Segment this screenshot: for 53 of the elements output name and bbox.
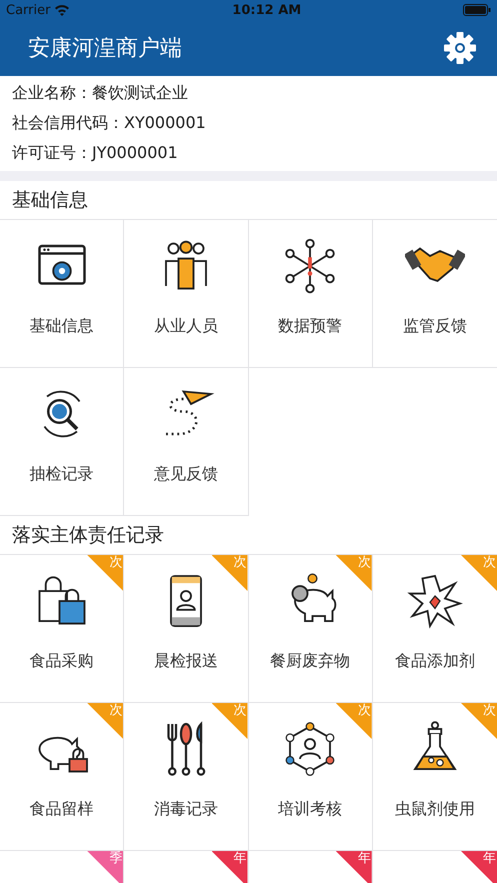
menu-tile[interactable]: 食品采购 次 — [0, 555, 124, 703]
company-field: 企业名称：餐饮测试企业 — [12, 80, 485, 105]
tile-label: 食品留样 — [30, 799, 94, 820]
menu-tile[interactable]: 年 — [248, 851, 373, 883]
badge-label: 次 — [483, 703, 496, 719]
tile-label: 监管反馈 — [402, 316, 467, 337]
tile-label: 食品添加剂 — [394, 651, 475, 672]
status-time: 10:12 AM — [232, 2, 302, 18]
menu-tile[interactable]: 消毒记录 次 — [124, 703, 248, 851]
menu-tile[interactable]: 虫鼠剂使用 次 — [372, 703, 497, 851]
badge-label: 年 — [483, 851, 496, 867]
menu-tile[interactable]: 监管反馈 — [372, 220, 497, 368]
menu-tile[interactable]: 培训考核 次 — [248, 703, 373, 851]
company-field: 社会信用代码：XY000001 — [12, 110, 485, 135]
app-title: 安康河湟商户端 — [28, 35, 182, 63]
badge-label: 次 — [109, 703, 122, 719]
tile-label: 抽检记录 — [30, 464, 94, 485]
menu-tile[interactable]: 年 — [372, 851, 497, 883]
menu-tile[interactable]: 抽检记录 — [0, 368, 124, 516]
menu-tile[interactable]: 食品留样 次 — [0, 703, 124, 851]
tile-label: 消毒记录 — [154, 799, 218, 820]
badge-label: 年 — [358, 851, 371, 867]
badge-label: 次 — [358, 555, 371, 571]
menu-tile[interactable]: 从业人员 — [124, 220, 248, 368]
wifi-icon — [54, 4, 70, 16]
tile-label: 食品采购 — [30, 651, 94, 672]
tile-label: 数据预警 — [278, 316, 342, 337]
menu-tile[interactable]: 晨检报送 次 — [124, 555, 248, 703]
company-field: 许可证号：JY0000001 — [12, 140, 485, 165]
tile-label: 从业人员 — [154, 316, 218, 337]
menu-tile[interactable]: 餐厨废弃物 次 — [248, 555, 373, 703]
tile-label: 餐厨废弃物 — [270, 651, 350, 672]
badge-label: 次 — [109, 555, 122, 571]
tile-label: 晨检报送 — [154, 651, 218, 672]
badge-label: 次 — [483, 555, 496, 571]
menu-tile[interactable]: 基础信息 — [0, 220, 124, 368]
badge-label: 次 — [234, 555, 246, 571]
settings-icon[interactable] — [443, 31, 477, 65]
carrier-label: Carrier — [6, 2, 50, 18]
tile-label: 虫鼠剂使用 — [394, 799, 475, 820]
badge-label: 季 — [109, 851, 122, 867]
section-title: 基础信息 — [0, 181, 497, 220]
badge-label: 次 — [234, 703, 246, 719]
menu-tile[interactable]: 食品添加剂 次 — [372, 555, 497, 703]
tile-label: 培训考核 — [278, 799, 342, 820]
badge-label: 次 — [358, 703, 371, 719]
menu-tile[interactable]: 意见反馈 — [124, 368, 248, 516]
tile-label: 基础信息 — [30, 316, 94, 337]
menu-tile[interactable]: 年 — [124, 851, 248, 883]
tile-label: 意见反馈 — [154, 464, 218, 485]
battery-icon — [463, 4, 491, 16]
badge-label: 年 — [234, 851, 246, 867]
menu-tile[interactable]: 数据预警 — [248, 220, 373, 368]
